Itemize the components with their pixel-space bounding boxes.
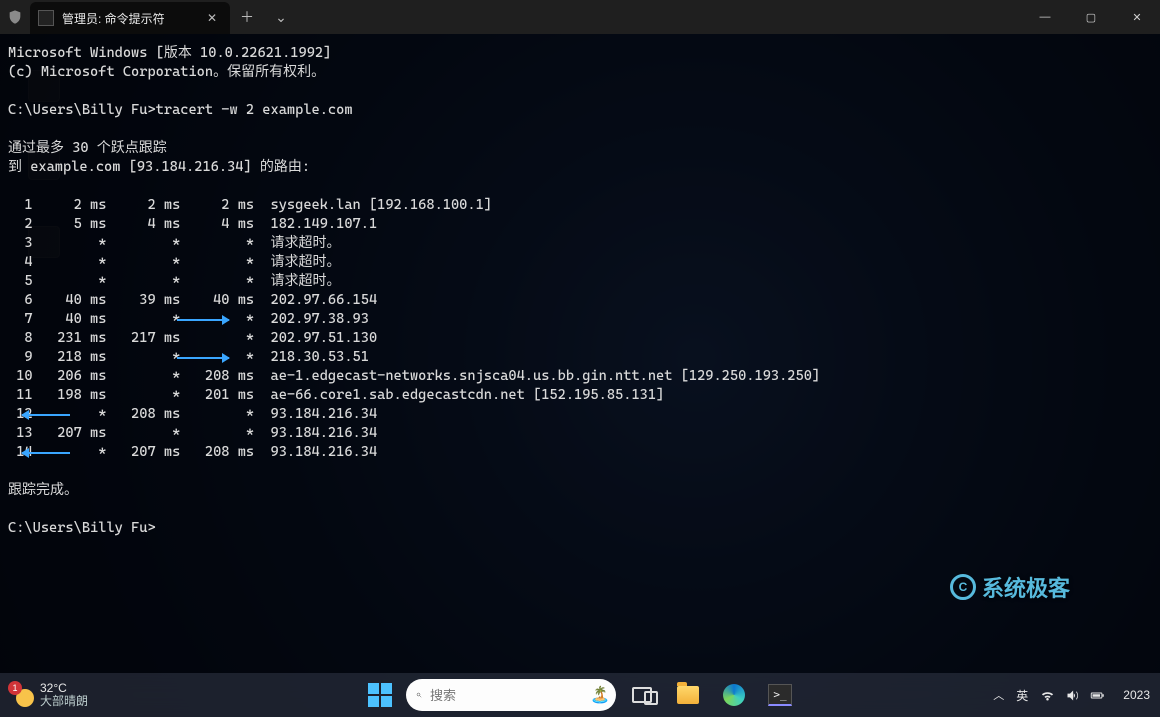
terminal-icon: >_ [768, 684, 792, 706]
weather-badge: 1 [8, 681, 22, 695]
annotation-arrow [22, 452, 70, 454]
new-tab-button[interactable]: ＋ [230, 0, 264, 34]
tab-dropdown-button[interactable]: ⌄ [264, 0, 298, 34]
file-explorer-button[interactable] [668, 675, 708, 715]
close-button[interactable]: ✕ [1114, 0, 1160, 34]
wifi-icon[interactable] [1040, 688, 1055, 703]
weather-desc: 大部晴朗 [40, 695, 88, 708]
clock[interactable]: 2023 [1123, 688, 1150, 702]
system-tray: ︿ 英 2023 [993, 687, 1150, 704]
tab-close-button[interactable]: ✕ [202, 11, 222, 25]
terminal-output: Microsoft Windows [版本 10.0.22621.1992] (… [8, 44, 1152, 538]
edge-icon [723, 684, 745, 706]
search-icon [416, 687, 422, 703]
search-decoration-icon: 🏝️ [590, 685, 610, 705]
start-button[interactable] [360, 675, 400, 715]
window-controls: — ▢ ✕ [1022, 0, 1160, 34]
shield-icon [0, 0, 30, 34]
minimize-button[interactable]: — [1022, 0, 1068, 34]
cmd-icon [38, 10, 54, 26]
taskbar: 1 32°C 大部晴朗 🏝️ >_ ︿ 英 [0, 673, 1160, 717]
taskbar-center: 🏝️ >_ [360, 675, 800, 715]
search-box[interactable]: 🏝️ [406, 679, 616, 711]
ime-indicator[interactable]: 英 [1016, 687, 1028, 704]
tab-title: 管理员: 命令提示符 [62, 10, 165, 27]
titlebar: 管理员: 命令提示符 ✕ ＋ ⌄ — ▢ ✕ [0, 0, 1160, 34]
terminal-window: 管理员: 命令提示符 ✕ ＋ ⌄ — ▢ ✕ Microsoft Windows… [0, 0, 1160, 673]
terminal-button[interactable]: >_ [760, 675, 800, 715]
task-view-icon [632, 687, 652, 703]
watermark-text: 系统极客 [982, 571, 1070, 603]
annotation-arrow [177, 319, 229, 321]
battery-icon[interactable] [1090, 688, 1105, 703]
annotation-arrow [22, 414, 70, 416]
tab-cmd[interactable]: 管理员: 命令提示符 ✕ [30, 2, 230, 34]
watermark-logo-icon: C [950, 574, 976, 600]
watermark: C 系统极客 [950, 571, 1070, 603]
edge-button[interactable] [714, 675, 754, 715]
task-view-button[interactable] [622, 675, 662, 715]
weather-widget[interactable]: 1 32°C 大部晴朗 [10, 682, 88, 708]
windows-logo-icon [368, 683, 392, 707]
volume-icon[interactable] [1065, 688, 1080, 703]
terminal-body[interactable]: Microsoft Windows [版本 10.0.22621.1992] (… [0, 34, 1160, 673]
maximize-button[interactable]: ▢ [1068, 0, 1114, 34]
weather-icon: 1 [10, 683, 34, 707]
annotation-arrow [177, 357, 229, 359]
folder-icon [677, 686, 699, 704]
tray-overflow-button[interactable]: ︿ [993, 687, 1004, 703]
search-input[interactable] [430, 688, 606, 703]
